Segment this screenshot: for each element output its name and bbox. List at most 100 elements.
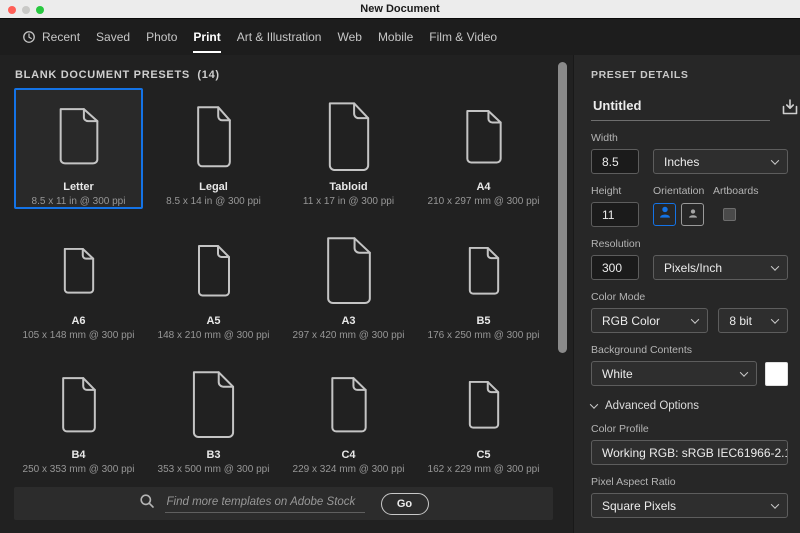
preset-grid: Letter 8.5 x 11 in @ 300 ppi Legal 8.5 x…	[14, 88, 548, 477]
document-page-icon	[326, 96, 372, 177]
save-download-icon	[780, 97, 800, 120]
tab-label: Mobile	[377, 30, 414, 44]
pixel-aspect-ratio-dropdown[interactable]: Square Pixels	[591, 493, 788, 518]
clock-icon	[22, 30, 36, 44]
preset-name: B4	[71, 449, 86, 461]
preset-name: C4	[341, 449, 356, 461]
tab-film-video[interactable]: Film & Video	[429, 19, 497, 55]
preset-size: 297 x 420 mm @ 300 ppi	[292, 330, 405, 341]
preset-tile-c5[interactable]: C5 162 x 229 mm @ 300 ppi	[419, 356, 548, 477]
close-window-button[interactable]	[8, 5, 16, 14]
preset-name: A3	[341, 315, 356, 327]
resolution-input[interactable]	[591, 255, 639, 280]
chevron-down-icon	[770, 499, 780, 509]
tab-art-illustration[interactable]: Art & Illustration	[237, 19, 322, 55]
save-preset-button[interactable]	[780, 97, 800, 121]
preset-tile-c4[interactable]: C4 229 x 324 mm @ 300 ppi	[284, 356, 413, 477]
document-page-icon	[60, 364, 98, 445]
window-title: New Document	[360, 3, 440, 15]
magnifier-icon	[139, 493, 155, 514]
document-page-icon	[196, 230, 232, 311]
bit-depth-dropdown[interactable]: 8 bit	[718, 308, 788, 333]
document-page-icon	[57, 96, 101, 177]
preset-details-panel: PRESET DETAILS Width Inches Height Orien…	[573, 55, 800, 533]
color-profile-label: Color Profile	[591, 423, 649, 435]
document-page-icon	[464, 96, 504, 177]
document-page-icon	[190, 364, 237, 445]
preset-size: 229 x 324 mm @ 300 ppi	[292, 464, 405, 475]
artboards-checkbox[interactable]	[723, 208, 736, 221]
preset-size: 176 x 250 mm @ 300 ppi	[427, 330, 540, 341]
preset-name: A6	[71, 315, 86, 327]
preset-tile-legal[interactable]: Legal 8.5 x 14 in @ 300 ppi	[149, 88, 278, 209]
color-mode-dropdown[interactable]: RGB Color	[591, 308, 709, 333]
chevron-down-icon	[739, 367, 749, 377]
document-name-input[interactable]	[591, 96, 770, 121]
document-page-icon	[195, 96, 233, 177]
preset-tile-a4[interactable]: A4 210 x 297 mm @ 300 ppi	[419, 88, 548, 209]
color-profile-dropdown[interactable]: Working RGB: sRGB IEC61966-2.1	[591, 440, 788, 465]
chevron-down-icon	[770, 261, 780, 271]
preset-tile-b3[interactable]: B3 353 x 500 mm @ 300 ppi	[149, 356, 278, 477]
height-input[interactable]	[591, 202, 639, 227]
resolution-label: Resolution	[591, 238, 641, 250]
height-label: Height	[591, 185, 622, 197]
chevron-down-icon	[589, 400, 599, 409]
tab-print[interactable]: Print	[193, 19, 222, 55]
preset-tile-b4[interactable]: B4 250 x 353 mm @ 300 ppi	[14, 356, 143, 477]
presets-pane: BLANK DOCUMENT PRESETS (14) Letter 8.5 x…	[0, 55, 573, 533]
preset-name: C5	[476, 449, 491, 461]
preset-tile-a3[interactable]: A3 297 x 420 mm @ 300 ppi	[284, 222, 413, 343]
chevron-down-icon	[770, 314, 780, 324]
pixel-aspect-ratio-label: Pixel Aspect Ratio	[591, 476, 676, 488]
advanced-options-toggle[interactable]: Advanced Options	[589, 400, 788, 412]
background-color-swatch[interactable]	[765, 361, 788, 386]
width-input[interactable]	[591, 149, 639, 174]
artboards-label: Artboards	[713, 185, 759, 197]
unit-dropdown[interactable]: Inches	[653, 149, 788, 174]
preset-size: 148 x 210 mm @ 300 ppi	[157, 330, 270, 341]
preset-size: 105 x 148 mm @ 300 ppi	[22, 330, 135, 341]
preset-tile-tabloid[interactable]: Tabloid 11 x 17 in @ 300 ppi	[284, 88, 413, 209]
vertical-scrollbar[interactable]	[558, 62, 567, 353]
preset-name: A5	[206, 315, 221, 327]
tab-photo[interactable]: Photo	[146, 19, 177, 55]
tab-mobile[interactable]: Mobile	[378, 19, 413, 55]
zoom-window-button[interactable]	[36, 5, 44, 14]
preset-size: 8.5 x 11 in @ 300 ppi	[31, 196, 126, 207]
resolution-unit-dropdown[interactable]: Pixels/Inch	[653, 255, 788, 280]
orientation-portrait-button[interactable]	[653, 203, 676, 226]
tab-bar: Recent Saved Photo Print Art & Illustrat…	[0, 19, 800, 55]
tab-label: Photo	[146, 30, 178, 44]
tab-saved[interactable]: Saved	[96, 19, 130, 55]
preset-tile-letter[interactable]: Letter 8.5 x 11 in @ 300 ppi	[14, 88, 143, 209]
preset-tile-a6[interactable]: A6 105 x 148 mm @ 300 ppi	[14, 222, 143, 343]
preset-tile-a5[interactable]: A5 148 x 210 mm @ 300 ppi	[149, 222, 278, 343]
chevron-down-icon	[770, 155, 780, 165]
preset-name: B5	[476, 315, 491, 327]
tab-recent[interactable]: Recent	[22, 19, 80, 55]
section-title: BLANK DOCUMENT PRESETS (14)	[15, 69, 220, 81]
tab-web[interactable]: Web	[337, 19, 361, 55]
background-contents-dropdown[interactable]: White	[591, 361, 757, 386]
preset-size: 353 x 500 mm @ 300 ppi	[157, 464, 270, 475]
landscape-icon	[685, 204, 701, 225]
minimize-window-button[interactable]	[22, 5, 30, 14]
document-page-icon	[467, 230, 501, 311]
document-page-icon	[62, 230, 96, 311]
preset-name: A4	[476, 181, 491, 193]
preset-name: Legal	[199, 181, 228, 193]
new-document-dialog: New Document Recent Saved Photo Print Ar…	[0, 0, 800, 533]
tab-label: Film & Video	[429, 30, 498, 44]
preset-size: 250 x 353 mm @ 300 ppi	[22, 464, 135, 475]
orientation-landscape-button[interactable]	[681, 203, 704, 226]
preset-name: Letter	[63, 181, 94, 193]
preset-name: Tabloid	[329, 181, 368, 193]
window-controls	[8, 0, 44, 19]
preset-tile-b5[interactable]: B5 176 x 250 mm @ 300 ppi	[419, 222, 548, 343]
document-page-icon	[467, 364, 501, 445]
background-contents-label: Background Contents	[591, 344, 692, 356]
orientation-label: Orientation	[653, 185, 705, 197]
go-button[interactable]: Go	[380, 492, 429, 515]
stock-search-input[interactable]	[164, 494, 365, 513]
